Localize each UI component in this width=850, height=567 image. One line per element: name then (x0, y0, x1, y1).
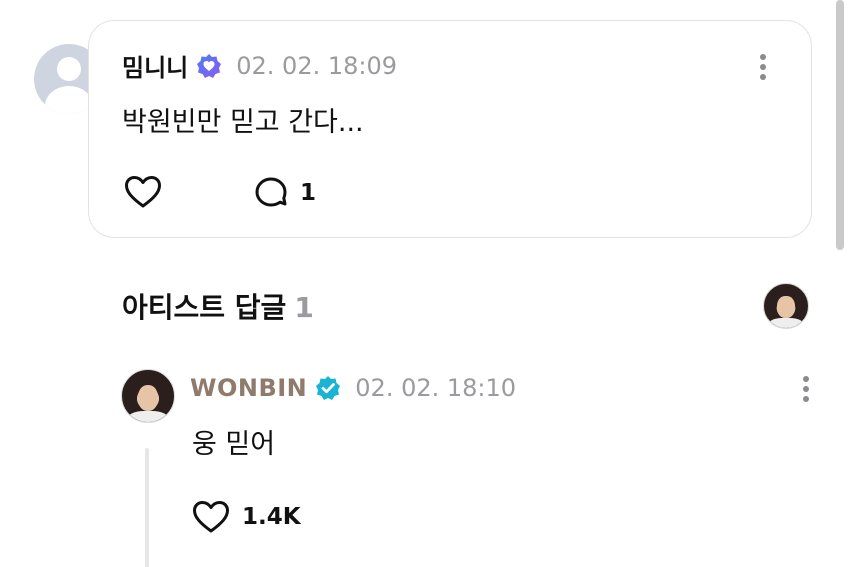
heart-icon (193, 501, 229, 533)
artist-face (777, 296, 795, 319)
scrollbar[interactable] (836, 0, 844, 250)
comment-timestamp: 02. 02. 18:09 (236, 51, 398, 80)
avatar-shoulders (45, 86, 93, 114)
section-title-label: 아티스트 답글 (122, 291, 287, 324)
more-vertical-icon[interactable] (759, 54, 767, 82)
thread-line (145, 448, 149, 567)
artist-avatar-small[interactable] (763, 283, 809, 329)
comment-username[interactable]: 밈니니 (122, 48, 188, 83)
artist-reply-timestamp: 02. 02. 18:10 (355, 374, 517, 402)
artist-reply-text: 웅 믿어 (192, 429, 276, 460)
artist-face (137, 384, 159, 411)
avatar-head (57, 57, 81, 81)
artist-shirt (768, 318, 804, 328)
comment-bubble-icon (255, 177, 287, 207)
artist-reply-header: WONBIN 02. 02. 18:10 (190, 374, 516, 402)
artist-avatar[interactable] (121, 369, 175, 423)
comment-text: 박원빈만 믿고 간다... (122, 107, 364, 138)
heart-icon[interactable] (124, 175, 162, 209)
verified-badge-icon (316, 376, 341, 400)
artist-username[interactable]: WONBIN (190, 374, 307, 402)
reply-count: 1 (300, 180, 317, 206)
artist-shirt (127, 410, 169, 422)
comment-thread-view: 밈니니 02. 02. 18:09 박원빈만 믿고 간다... 1 아티스트 답… (0, 0, 850, 567)
user-badge-icon (197, 53, 222, 78)
reply-count-button[interactable]: 1 (254, 176, 316, 210)
like-button[interactable]: 1.4K (192, 500, 301, 534)
more-vertical-icon[interactable] (802, 376, 810, 404)
comment-header: 밈니니 02. 02. 18:09 (122, 48, 397, 83)
artist-reply-section-title: 아티스트 답글 1 (122, 286, 314, 326)
like-count: 1.4K (242, 504, 301, 530)
section-title-count: 1 (294, 291, 314, 324)
